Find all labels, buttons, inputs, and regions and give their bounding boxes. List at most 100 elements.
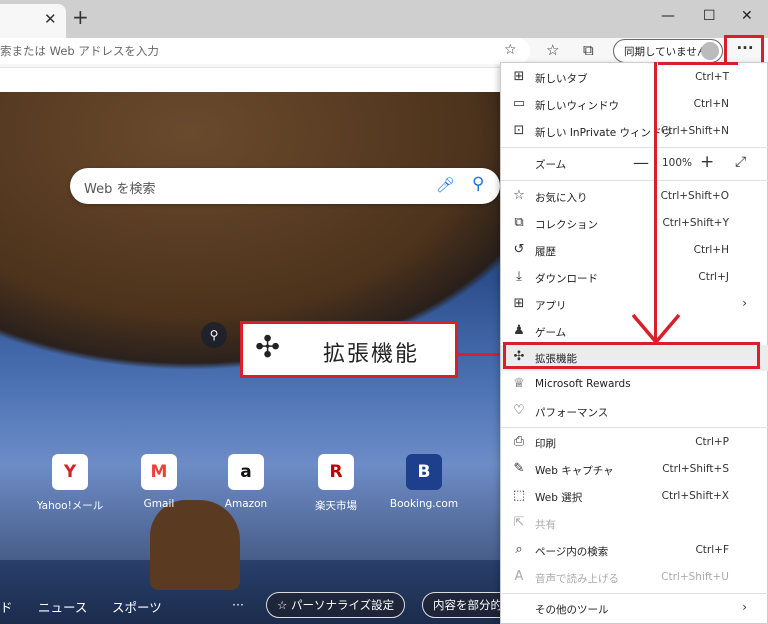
minimize-button[interactable]: — — [661, 8, 675, 24]
close-window-button[interactable]: ✕ — [741, 8, 753, 24]
zoom-out-button[interactable]: — — [633, 153, 649, 172]
games-icon: ♟ — [513, 323, 525, 338]
web-select-icon: ⬚ — [512, 488, 526, 503]
quick-link-label: 楽天市場 — [315, 500, 357, 512]
background-rock — [150, 500, 240, 590]
chevron-right-icon: › — [742, 296, 747, 310]
maximize-button[interactable]: ☐ — [703, 8, 716, 24]
favorites-icon[interactable]: ☆ — [546, 41, 559, 59]
menu-shortcut: Ctrl+Shift+Y — [662, 217, 729, 229]
menu-item-collections[interactable]: ⧉ コレクション Ctrl+Shift+Y — [501, 211, 768, 237]
quick-link-tile[interactable]: B Booking.com — [384, 454, 464, 510]
zoom-in-button[interactable]: + — [700, 152, 714, 172]
nav-more-icon[interactable]: ··· — [232, 597, 244, 612]
menu-label: 共有 — [535, 519, 556, 531]
menu-item-favorites[interactable]: ☆ お気に入り Ctrl+Shift+O — [501, 184, 768, 210]
menu-label: Web 選択 — [535, 492, 583, 504]
callout-connector — [458, 353, 504, 356]
menu-item-find[interactable]: ⌕ ページ内の検索 Ctrl+F — [501, 538, 768, 564]
menu-label: 新しいタブ — [535, 73, 588, 85]
site-logo-icon: Y — [52, 454, 88, 490]
menu-shortcut: Ctrl+Shift+X — [661, 490, 729, 502]
menu-item-zoom: ズーム — 100% + ⤢ — [501, 151, 768, 177]
menu-divider — [501, 147, 768, 148]
menu-shortcut: Ctrl+T — [695, 71, 729, 83]
quick-link-tile[interactable]: M Gmail — [119, 454, 199, 510]
address-bar[interactable]: 索または Web アドレスを入力 ☆ — [0, 38, 530, 64]
browser-tab[interactable]: ✕ — [0, 4, 66, 38]
read-aloud-icon: A — [514, 569, 524, 584]
personalize-label: パーソナライズ設定 — [290, 598, 395, 612]
collections-icon: ⧉ — [514, 215, 524, 230]
search-icon[interactable]: ⚲ — [472, 174, 484, 194]
favorites-icon: ☆ — [513, 188, 525, 203]
menu-item-rewards[interactable]: ♕ Microsoft Rewards — [501, 372, 768, 398]
menu-item-new-window[interactable]: ▭ 新しいウィンドウ Ctrl+N — [501, 92, 768, 118]
tab-strip: ✕ + — ☐ ✕ — [0, 0, 768, 38]
chevron-right-icon: › — [742, 600, 747, 614]
menu-label: Microsoft Rewards — [535, 378, 631, 390]
download-icon: ⤓ — [516, 269, 522, 284]
quick-link-label: Amazon — [224, 498, 268, 510]
sync-button[interactable]: 同期していません — [613, 39, 723, 63]
menu-item-web-select[interactable]: ⬚ Web 選択 Ctrl+Shift+X — [501, 484, 768, 510]
menu-label: 履歴 — [535, 246, 556, 258]
nav-item-news[interactable]: ニュース — [38, 597, 87, 616]
sync-label: 同期していません — [624, 46, 708, 58]
site-logo-icon: B — [406, 454, 442, 490]
menu-label: パフォーマンス — [535, 407, 609, 419]
menu-shortcut: Ctrl+Shift+N — [661, 125, 729, 137]
quick-link-tile[interactable]: a Amazon — [206, 454, 286, 510]
site-logo-icon: a — [228, 454, 264, 490]
menu-divider — [501, 427, 768, 428]
menu-shortcut: Ctrl+Shift+U — [661, 571, 729, 583]
add-favorite-icon[interactable]: ☆ — [504, 42, 517, 58]
menu-item-downloads[interactable]: ⤓ ダウンロード Ctrl+J — [501, 265, 768, 291]
menu-item-more-tools[interactable]: その他のツール › — [501, 596, 768, 622]
nav-item-sports[interactable]: スポーツ — [112, 597, 162, 616]
fullscreen-icon[interactable]: ⤢ — [735, 154, 746, 170]
menu-label: 印刷 — [535, 438, 556, 450]
menu-item-performance[interactable]: ♡ パフォーマンス — [501, 399, 768, 425]
site-logo-icon: M — [141, 454, 177, 490]
menu-item-read-aloud[interactable]: A 音声で読み上げる Ctrl+Shift+U — [501, 565, 768, 591]
menu-label: ゲーム — [535, 327, 567, 339]
menu-shortcut: Ctrl+Shift+S — [662, 463, 729, 475]
callout-label: 拡張機能 — [323, 342, 420, 367]
address-text[interactable]: 索または Web アドレスを入力 — [0, 43, 159, 59]
menu-item-print[interactable]: ⎙ 印刷 Ctrl+P — [501, 430, 768, 456]
menu-item-new-inprivate[interactable]: ⊡ 新しい InPrivate ウィンドウ Ctrl+Shift+N — [501, 119, 768, 145]
image-search-icon[interactable]: ⚲ — [201, 322, 227, 348]
microphone-icon[interactable]: 🎤︎ — [436, 176, 455, 194]
quick-link-label: Booking.com — [389, 498, 459, 510]
menu-label: その他のツール — [535, 604, 609, 616]
nav-item-partial[interactable]: ド — [0, 597, 13, 616]
quick-link-label: Gmail — [143, 498, 175, 510]
apps-icon: ⊞ — [513, 296, 525, 311]
menu-item-new-tab[interactable]: ⊞ 新しいタブ Ctrl+T — [501, 65, 768, 91]
close-tab-icon[interactable]: ✕ — [44, 10, 57, 28]
collections-icon[interactable]: ⧉ — [583, 41, 594, 59]
quick-link-tile[interactable]: R 楽天市場 — [296, 454, 376, 513]
menu-shortcut: Ctrl+Shift+O — [660, 190, 729, 202]
menu-shortcut: Ctrl+J — [698, 271, 729, 283]
menu-shortcut: Ctrl+F — [695, 544, 729, 556]
web-capture-icon: ✎ — [513, 461, 525, 476]
menu-label: 新しいウィンドウ — [535, 100, 619, 112]
personalize-button[interactable]: ☆ パーソナライズ設定 — [266, 592, 406, 618]
new-tab-button[interactable]: + — [72, 5, 89, 29]
inprivate-icon: ⊡ — [513, 123, 525, 138]
menu-divider — [501, 593, 768, 594]
avatar — [701, 42, 719, 60]
menu-shortcut: Ctrl+P — [695, 436, 729, 448]
menu-item-share[interactable]: ⇱ 共有 — [501, 511, 768, 537]
rewards-icon: ♕ — [513, 376, 525, 391]
quick-link-tile[interactable]: Y Yahoo!メール — [30, 454, 110, 513]
zoom-level: 100% — [662, 157, 693, 169]
web-search-box[interactable]: Web を検索 🎤︎ ⚲ — [70, 168, 500, 204]
annotation-arrow-head — [631, 313, 681, 345]
menu-label: お気に入り — [535, 192, 588, 204]
menu-item-history[interactable]: ↺ 履歴 Ctrl+H — [501, 238, 768, 264]
menu-item-web-capture[interactable]: ✎ Web キャプチャ Ctrl+Shift+S — [501, 457, 768, 483]
bottom-nav: ド ニュース スポーツ ··· ☆ パーソナライズ設定 内容を部分的 — [0, 589, 513, 624]
